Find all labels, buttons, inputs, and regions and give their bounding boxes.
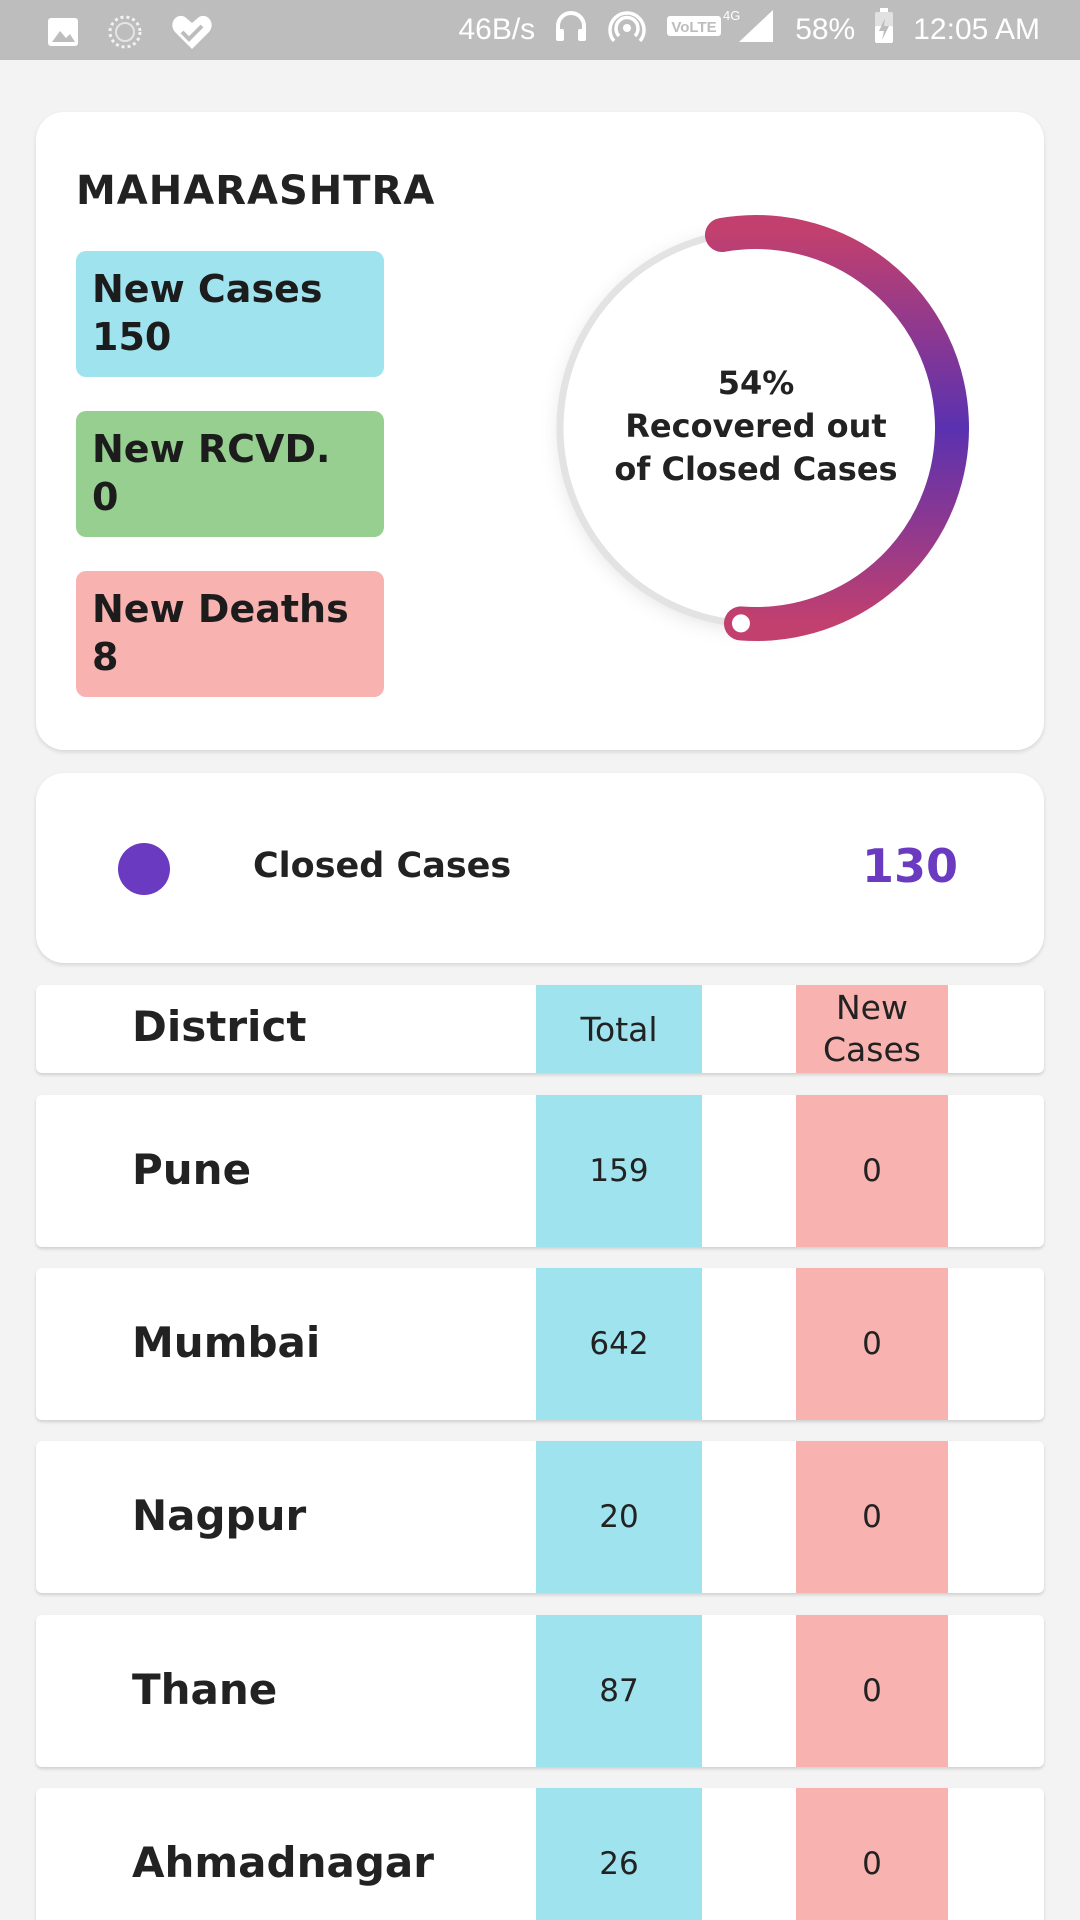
district-name: Pune — [132, 1145, 252, 1194]
new-recovered-value: 0 — [92, 475, 119, 519]
net-speed: 46B/s — [458, 13, 536, 46]
table-row[interactable]: Nagpur 20 0 — [36, 1441, 1044, 1593]
closed-cases-value: 130 — [861, 839, 958, 893]
hotspot-icon — [607, 6, 647, 54]
district-name: Thane — [132, 1665, 278, 1714]
new-recovered-box: New RCVD. 0 — [76, 411, 384, 537]
battery-charging-icon — [873, 7, 895, 53]
heart-check-icon — [170, 12, 214, 57]
district-total: 642 — [536, 1268, 702, 1420]
district-new-cases: 0 — [796, 1441, 948, 1593]
district-total: 26 — [536, 1788, 702, 1920]
district-total: 159 — [536, 1095, 702, 1247]
district-name: Mumbai — [132, 1318, 321, 1367]
clock: 12:05 AM — [913, 13, 1040, 46]
new-recovered-label: New RCVD. — [92, 427, 331, 471]
donut-caption-line2: of Closed Cases — [614, 450, 898, 488]
district-header: District — [132, 1002, 307, 1051]
headphones-icon — [553, 8, 589, 52]
new-deaths-label: New Deaths — [92, 587, 349, 631]
new-cases-value: 150 — [92, 315, 172, 359]
status-bar: 46B/s VoLTE 4G 58% 12:05 AM — [0, 0, 1080, 60]
new-deaths-box: New Deaths 8 — [76, 571, 384, 697]
table-row[interactable]: Thane 87 0 — [36, 1615, 1044, 1767]
district-name: Nagpur — [132, 1491, 307, 1540]
recovered-percent: 54% — [717, 364, 795, 402]
table-row[interactable]: Ahmadnagar 26 0 — [36, 1788, 1044, 1920]
new-cases-label: New Cases — [92, 267, 323, 311]
district-table-header: District Total New Cases — [36, 985, 1044, 1073]
district-new-cases: 0 — [796, 1788, 948, 1920]
closed-cases-card: Closed Cases 130 — [36, 773, 1044, 963]
donut-caption: 54% Recovered out of Closed Cases — [536, 362, 976, 491]
district-total: 20 — [536, 1441, 702, 1593]
closed-cases-label: Closed Cases — [253, 846, 512, 886]
volte-signal-icon: VoLTE 4G — [665, 6, 777, 54]
total-header: Total — [536, 985, 702, 1073]
table-row[interactable]: Pune 159 0 — [36, 1095, 1044, 1247]
district-new-cases: 0 — [796, 1095, 948, 1247]
state-summary-card: MAHARASHTRA New Cases 150 New RCVD. 0 Ne… — [36, 112, 1044, 750]
district-name: Ahmadnagar — [132, 1838, 434, 1887]
image-icon — [46, 15, 80, 54]
district-total: 87 — [536, 1615, 702, 1767]
new-deaths-value: 8 — [92, 635, 119, 679]
new-cases-header: New Cases — [796, 985, 948, 1073]
svg-text:4G: 4G — [723, 8, 740, 23]
district-new-cases: 0 — [796, 1615, 948, 1767]
donut-caption-line1: Recovered out — [625, 407, 887, 445]
closed-cases-dot — [118, 843, 170, 895]
state-title: MAHARASHTRA — [76, 168, 436, 214]
status-right: 46B/s VoLTE 4G 58% 12:05 AM — [458, 0, 1040, 60]
spinner-icon — [106, 13, 144, 56]
battery-percent: 58% — [795, 13, 856, 46]
donut-end-knob — [725, 608, 756, 639]
new-cases-header-text: New Cases — [823, 988, 921, 1069]
district-new-cases: 0 — [796, 1268, 948, 1420]
table-row[interactable]: Mumbai 642 0 — [36, 1268, 1044, 1420]
status-left-icons — [46, 12, 214, 57]
svg-text:VoLTE: VoLTE — [672, 19, 717, 36]
new-cases-box: New Cases 150 — [76, 251, 384, 377]
